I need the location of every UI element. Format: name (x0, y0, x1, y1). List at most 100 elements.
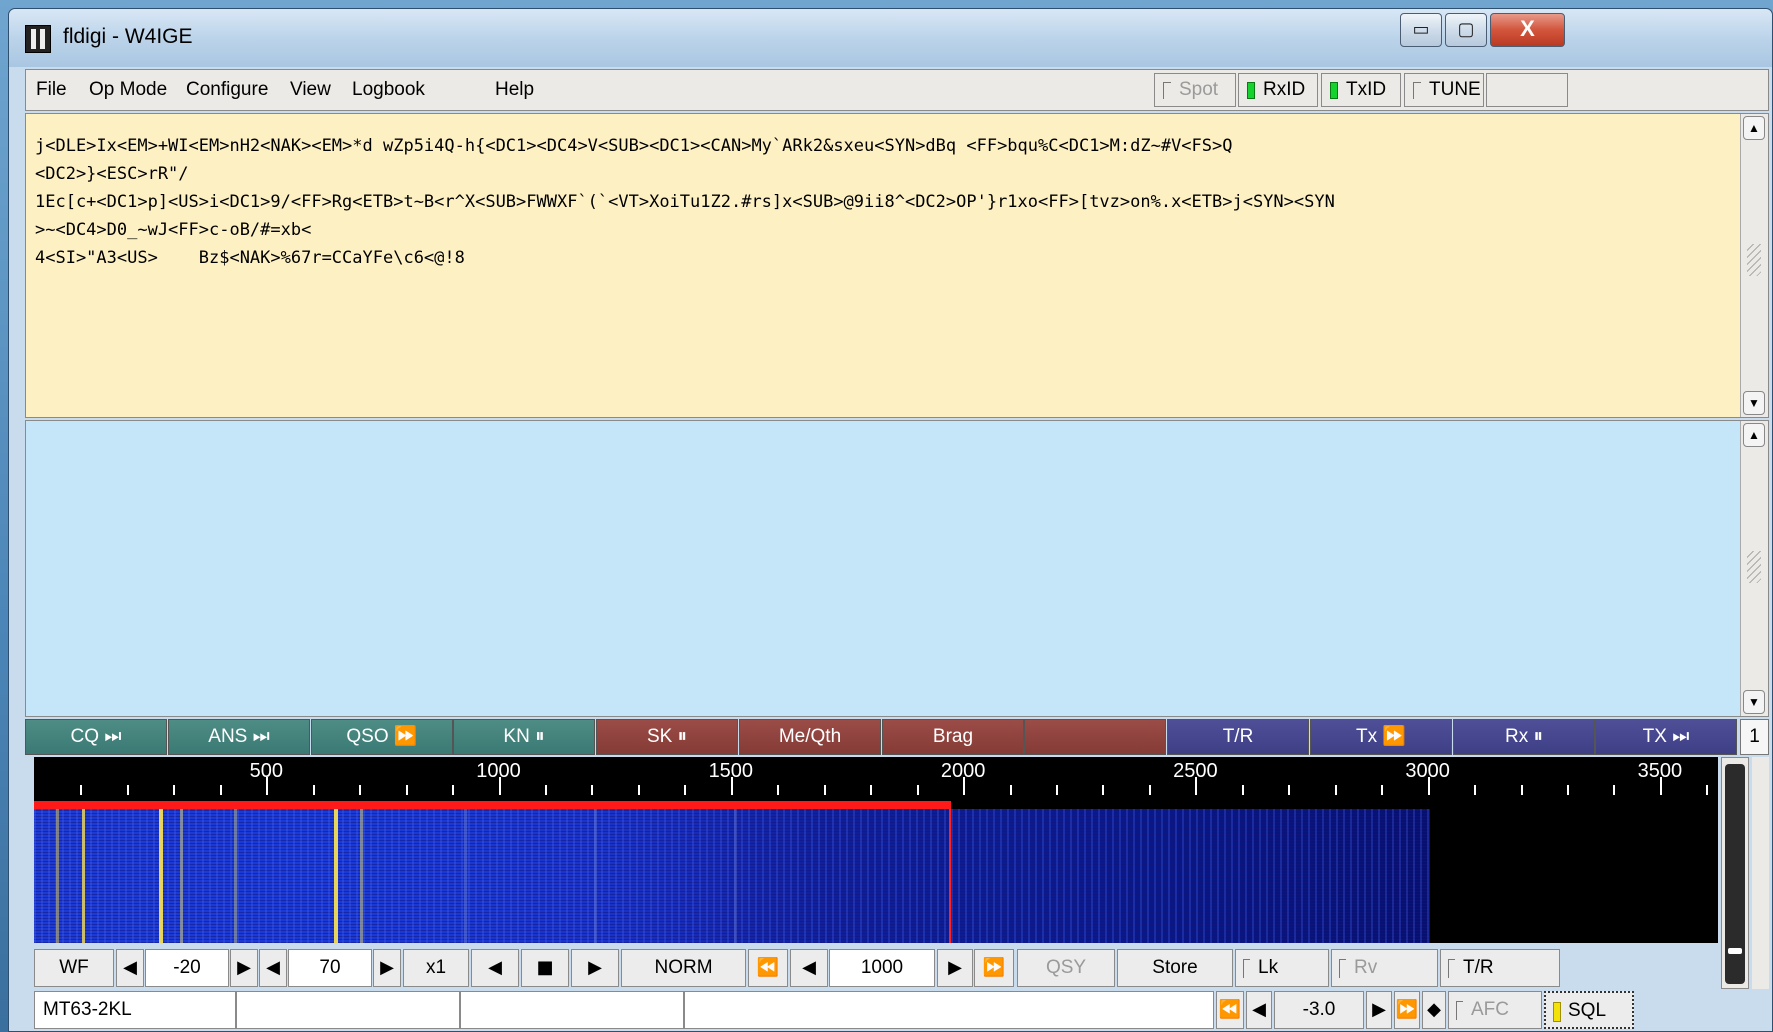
afc-fast-back-icon[interactable]: ⏪ (1216, 991, 1244, 1029)
frequency-scale[interactable]: 500 1000 1500 2000 2500 3000 3500 (34, 757, 1718, 801)
status-field-2 (236, 991, 460, 1029)
scale-tick (126, 785, 129, 795)
rxid-toggle[interactable]: RxID (1238, 73, 1318, 107)
range-field[interactable]: 70 (288, 949, 372, 987)
signal-trace (180, 809, 183, 943)
menu-configure[interactable]: Configure (186, 79, 268, 101)
carrier-frequency-field[interactable]: 1000 (829, 949, 935, 987)
scroll-up-icon[interactable]: ▲ (1743, 423, 1765, 447)
menu-file[interactable]: File (36, 79, 67, 101)
menu-help[interactable]: Help (495, 79, 534, 101)
signal-trace (334, 809, 338, 943)
fast-rewind-icon[interactable]: ⏪ (748, 949, 788, 987)
macro-bank-selector[interactable]: 1 (1740, 719, 1769, 755)
mode-status[interactable]: MT63-2KL (34, 991, 236, 1029)
range-increase-icon[interactable]: ▶ (373, 949, 401, 987)
waterfall-scroll-thumb[interactable] (1725, 764, 1745, 984)
scroll-up-icon[interactable]: ▲ (1743, 116, 1765, 140)
tune-toggle[interactable]: TUNE (1404, 73, 1484, 107)
macro-button-12[interactable]: TX ⏭ (1595, 719, 1737, 755)
txid-toggle[interactable]: TxID (1321, 73, 1401, 107)
scroll-down-icon[interactable]: ▼ (1743, 391, 1765, 415)
receive-scrollbar[interactable]: ▲ ▼ (1740, 114, 1768, 417)
macro-button-10[interactable]: Tx ⏩ (1310, 719, 1452, 755)
resize-grip-icon[interactable] (1747, 244, 1761, 276)
waterfall-signal-region (34, 809, 1430, 943)
macro-button-9[interactable]: T/R (1167, 719, 1309, 755)
close-button[interactable]: X (1490, 13, 1565, 47)
afc-back-icon[interactable]: ◀ (1246, 991, 1272, 1029)
norm-button[interactable]: NORM (621, 949, 746, 987)
waterfall-scrollbar[interactable] (1721, 757, 1749, 989)
macro-button-7[interactable]: Brag (882, 719, 1024, 755)
macro-button-5[interactable]: SK ⏸ (596, 719, 738, 755)
status-bar: MT63-2KL ⏪ ◀ -3.0 ▶ ⏩ ◆ AFC SQL (34, 991, 1724, 1029)
toolbar-blank-button[interactable] (1486, 73, 1568, 107)
scale-label: 2500 (1173, 760, 1218, 782)
macro-button-2[interactable]: ANS ⏭ (168, 719, 310, 755)
minimize-button[interactable]: ▭ (1400, 13, 1442, 47)
tr-toggle[interactable]: T/R (1440, 949, 1560, 987)
lock-toggle[interactable]: Lk (1235, 949, 1329, 987)
scale-tick (777, 785, 780, 795)
zoom-button[interactable]: x1 (403, 949, 469, 987)
afc-offset-field[interactable]: -3.0 (1274, 991, 1364, 1029)
stop-icon[interactable]: ■ (521, 949, 569, 987)
scale-tick (80, 785, 83, 795)
scroll-left-icon[interactable]: ◀ (471, 949, 519, 987)
scale-label: 3500 (1637, 760, 1683, 782)
ref-level-increase-icon[interactable]: ▶ (230, 949, 258, 987)
afc-forward-icon[interactable]: ▶ (1366, 991, 1392, 1029)
status-field-4 (684, 991, 1214, 1029)
rxid-label: RxID (1263, 79, 1306, 100)
signal-trace (594, 809, 597, 943)
macro-button-1[interactable]: CQ ⏭ (25, 719, 167, 755)
maximize-button[interactable]: ▢ (1445, 13, 1487, 47)
ref-level-decrease-icon[interactable]: ◀ (116, 949, 144, 987)
wf-mode-button[interactable]: WF (34, 949, 114, 987)
step-forward-icon[interactable]: ▶ (937, 949, 973, 987)
ref-level-field[interactable]: -20 (145, 949, 229, 987)
right-rail (1752, 757, 1769, 989)
macro-button-3[interactable]: QSO ⏩ (311, 719, 453, 755)
transmit-scrollbar[interactable]: ▲ ▼ (1740, 421, 1768, 716)
range-decrease-icon[interactable]: ◀ (259, 949, 287, 987)
spot-toggle[interactable]: Spot (1154, 73, 1236, 107)
resize-grip-icon[interactable] (1747, 551, 1761, 583)
waterfall-display[interactable] (34, 809, 1718, 943)
receive-text-pane[interactable]: j<DLE>Ix<EM>+WI<EM>nH2<NAK><EM>*d wZp5i4… (25, 113, 1769, 418)
scroll-down-icon[interactable]: ▼ (1743, 690, 1765, 714)
menu-op-mode[interactable]: Op Mode (89, 79, 167, 101)
macro-button-8[interactable] (1024, 719, 1166, 755)
transmit-text-pane[interactable]: ▲ ▼ (25, 420, 1769, 717)
signal-trace (56, 809, 59, 943)
macro-button-4[interactable]: KN ⏸ (453, 719, 595, 755)
scale-label: 500 (249, 760, 283, 782)
afc-fast-forward-icon[interactable]: ⏩ (1394, 991, 1420, 1029)
scale-tick (870, 785, 873, 795)
scale-tick (591, 785, 594, 795)
fast-forward-icon[interactable]: ⏩ (974, 949, 1014, 987)
scale-tick (1102, 785, 1105, 795)
menu-logbook[interactable]: Logbook (352, 79, 425, 101)
store-button[interactable]: Store (1117, 949, 1233, 987)
scale-tick (916, 785, 919, 795)
scroll-right-icon[interactable]: ▶ (571, 949, 619, 987)
title-bar[interactable]: fldigi - W4IGE ▭ ▢ X (9, 9, 1772, 67)
signal-trace (82, 809, 85, 943)
menu-view[interactable]: View (290, 79, 331, 101)
scale-tick (637, 785, 640, 795)
step-back-icon[interactable]: ◀ (790, 949, 828, 987)
qsy-button[interactable]: QSY (1017, 949, 1115, 987)
receive-text: j<DLE>Ix<EM>+WI<EM>nH2<NAK><EM>*d wZp5i4… (35, 136, 1335, 268)
afc-center-icon[interactable]: ◆ (1422, 991, 1446, 1029)
reverse-toggle[interactable]: Rv (1331, 949, 1438, 987)
macro-button-11[interactable]: Rx ⏸ (1453, 719, 1595, 755)
scale-label: 3000 (1405, 760, 1450, 782)
bandwidth-indicator-rest (951, 801, 1718, 809)
macro-button-6[interactable]: Me/Qth (739, 719, 881, 755)
afc-toggle[interactable]: AFC (1448, 991, 1542, 1029)
signal-trace (234, 809, 237, 943)
squelch-toggle[interactable]: SQL (1544, 991, 1634, 1029)
frequency-cursor[interactable] (949, 809, 952, 943)
